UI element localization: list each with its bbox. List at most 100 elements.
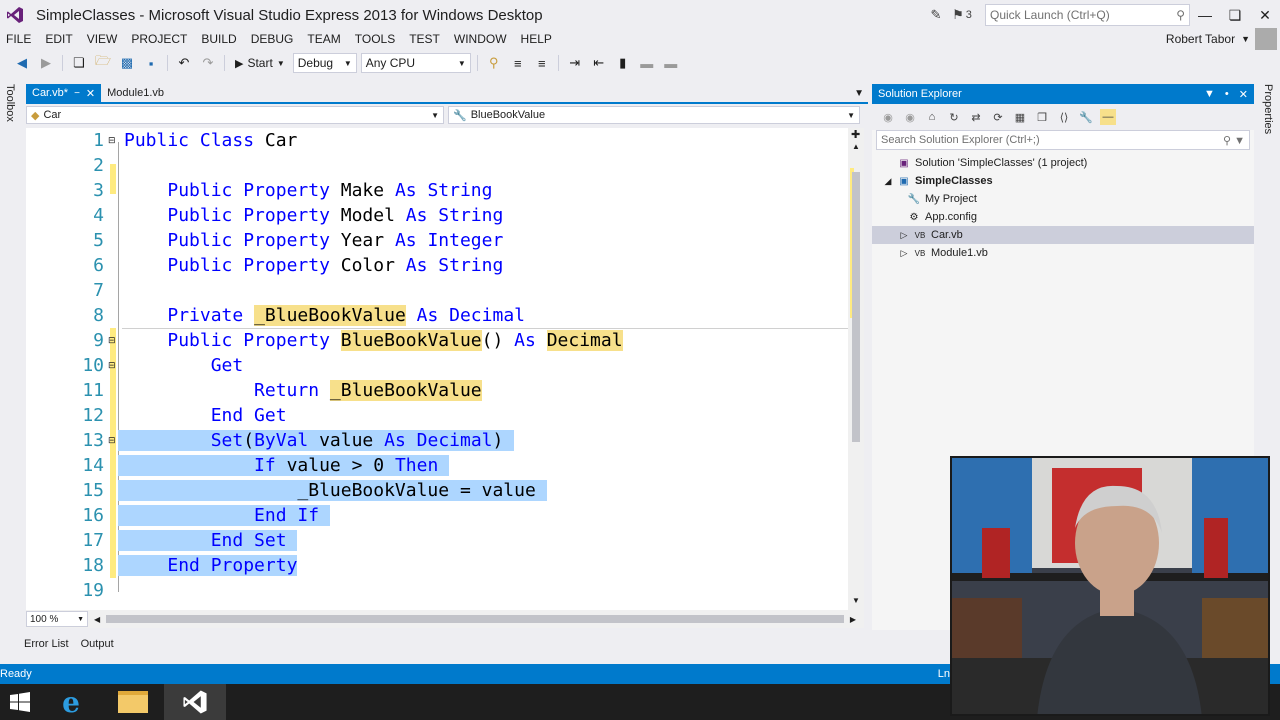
solution-platform-select[interactable]: Any CPU ▼	[360, 53, 471, 73]
menu-window[interactable]: WINDOW	[448, 32, 515, 46]
indent-icon[interactable]: ⇥	[565, 53, 585, 73]
internet-explorer-taskbar-button[interactable]: e	[40, 684, 102, 720]
collapse-arrow-icon[interactable]: ◢	[880, 176, 896, 187]
navigate-back-icon[interactable]: ◀	[12, 53, 32, 73]
tree-item-module1-vb[interactable]: ▷ VB Module1.vb	[872, 244, 1254, 262]
solution-configuration-select[interactable]: Debug ▼	[292, 53, 357, 73]
forward-icon[interactable]: ◉	[902, 109, 918, 125]
quick-launch-input[interactable]: Quick Launch (Ctrl+Q) ⚲	[985, 4, 1190, 26]
home-icon[interactable]: ⌂	[924, 109, 940, 125]
pending-changes-icon[interactable]: ⇄	[968, 109, 984, 125]
user-account[interactable]: Robert Tabor ▼	[1166, 30, 1250, 48]
close-icon[interactable]: ✕	[1239, 88, 1248, 101]
comment-icon[interactable]: ≡	[508, 53, 528, 73]
tree-item-app-config[interactable]: ⚙ App.config	[872, 208, 1254, 226]
feedback-icon[interactable]: ✎	[925, 4, 947, 26]
restore-button[interactable]: ❏	[1220, 0, 1250, 30]
next-bookmark-icon[interactable]: ▬	[661, 53, 681, 73]
split-icon[interactable]: ✚	[851, 128, 860, 141]
show-all-files-icon[interactable]: ❐	[1034, 109, 1050, 125]
bookmark-icon[interactable]: ▮	[613, 53, 633, 73]
scroll-left-icon[interactable]: ◀	[94, 615, 100, 624]
close-button[interactable]: ✕	[1250, 0, 1280, 30]
minimize-button[interactable]: —	[1190, 0, 1220, 30]
menu-debug[interactable]: DEBUG	[245, 32, 302, 46]
editor-vertical-scrollbar[interactable]: ✚ ▲ ▼	[848, 128, 864, 610]
uncomment-icon[interactable]: ≡	[532, 53, 552, 73]
tab-error-list[interactable]: Error List	[24, 638, 69, 650]
prev-bookmark-icon[interactable]: ▬	[637, 53, 657, 73]
pin-icon[interactable]: •	[1225, 88, 1229, 101]
menu-edit[interactable]: EDIT	[39, 32, 80, 46]
class-selector[interactable]: ◆ Car ▼	[26, 106, 444, 124]
collapse-icon[interactable]: ⊟	[104, 128, 118, 153]
refresh-icon[interactable]: ⟳	[990, 109, 1006, 125]
new-project-icon[interactable]: ❏	[69, 53, 89, 73]
start-button[interactable]	[0, 684, 40, 720]
start-debugging-button[interactable]: ▶ Start ▼	[231, 56, 289, 70]
collapse-icon[interactable]: ⊟	[104, 328, 118, 353]
visual-studio-taskbar-button[interactable]	[164, 684, 226, 720]
close-icon[interactable]: ✕	[86, 87, 95, 100]
tree-item-solution[interactable]: ▣ Solution 'SimpleClasses' (1 project)	[872, 154, 1254, 172]
tab-car-vb[interactable]: Car.vb* − ✕	[26, 84, 102, 102]
code-line-14: 14 If value > 0 Then	[26, 453, 848, 478]
properties-icon[interactable]: 🔧	[1078, 109, 1094, 125]
file-explorer-taskbar-button[interactable]	[102, 684, 164, 720]
line-number: 14	[82, 455, 104, 476]
menu-tools[interactable]: TOOLS	[349, 32, 403, 46]
save-icon[interactable]: ▩	[117, 53, 137, 73]
preview-icon[interactable]: —	[1100, 109, 1116, 125]
menu-view[interactable]: VIEW	[81, 32, 126, 46]
menu-team[interactable]: TEAM	[301, 32, 348, 46]
avatar[interactable]	[1255, 28, 1277, 50]
wrench-icon: 🔧	[907, 193, 921, 205]
zoom-select[interactable]: 100 % ▼	[26, 611, 88, 627]
scrollbar-thumb[interactable]	[852, 172, 860, 442]
redo-icon[interactable]: ↷	[198, 53, 218, 73]
line-number: 17	[82, 530, 104, 551]
menu-project[interactable]: PROJECT	[125, 32, 195, 46]
chevron-down-icon[interactable]: ▼	[1204, 88, 1215, 101]
folder-icon	[118, 691, 148, 713]
open-file-icon[interactable]: 🗁	[93, 53, 113, 73]
save-all-icon[interactable]: ▪	[141, 53, 161, 73]
scroll-down-icon[interactable]: ▼	[852, 596, 860, 605]
member-selector[interactable]: 🔧 BlueBookValue ▼	[448, 106, 860, 124]
menu-test[interactable]: TEST	[403, 32, 448, 46]
back-icon[interactable]: ◉	[880, 109, 896, 125]
menu-build[interactable]: BUILD	[195, 32, 244, 46]
view-code-icon[interactable]: ⟨⟩	[1056, 109, 1072, 125]
menu-help[interactable]: HELP	[515, 32, 560, 46]
undo-icon[interactable]: ↶	[174, 53, 194, 73]
find-in-files-icon[interactable]: ⚲	[484, 53, 504, 73]
expand-arrow-icon[interactable]: ▷	[896, 230, 912, 241]
tree-item-car-vb[interactable]: ▷ VB Car.vb	[872, 226, 1254, 244]
scroll-up-icon[interactable]: ▲	[852, 142, 860, 151]
navigate-forward-icon[interactable]: ▶	[36, 53, 56, 73]
expand-arrow-icon[interactable]: ▷	[896, 248, 912, 259]
toolbox-tab[interactable]: Toolbox	[4, 84, 16, 122]
tree-item-my-project[interactable]: 🔧 My Project	[872, 190, 1254, 208]
code-editor[interactable]: 1 ⊟ Public Class Car 2 3 Public Property…	[26, 128, 848, 610]
document-tab-well: Car.vb* − ✕ Module1.vb ▼	[26, 84, 868, 104]
fold-gutter	[104, 453, 118, 478]
tab-output[interactable]: Output	[81, 638, 114, 650]
collapse-icon[interactable]: ⊟	[104, 428, 118, 453]
fold-gutter	[104, 178, 118, 203]
tree-item-project[interactable]: ◢ ▣ SimpleClasses	[872, 172, 1254, 190]
collapse-all-icon[interactable]: ▦	[1012, 109, 1028, 125]
outdent-icon[interactable]: ⇤	[589, 53, 609, 73]
tab-list-dropdown-icon[interactable]: ▼	[854, 88, 864, 99]
properties-tab[interactable]: Properties	[1262, 84, 1274, 134]
pin-icon[interactable]: −	[74, 88, 80, 99]
menu-file[interactable]: FILE	[0, 32, 39, 46]
horizontal-scrollbar-track[interactable]	[106, 615, 844, 623]
collapse-icon[interactable]: ⊟	[104, 353, 118, 378]
tab-module1-vb[interactable]: Module1.vb	[101, 84, 170, 102]
solution-explorer-search[interactable]: Search Solution Explorer (Ctrl+;) ⚲ ▼	[876, 130, 1250, 150]
notifications-icon[interactable]: ⚑ 3	[947, 4, 977, 26]
sync-icon[interactable]: ↻	[946, 109, 962, 125]
fold-gutter	[104, 303, 118, 328]
scroll-right-icon[interactable]: ▶	[850, 615, 856, 624]
